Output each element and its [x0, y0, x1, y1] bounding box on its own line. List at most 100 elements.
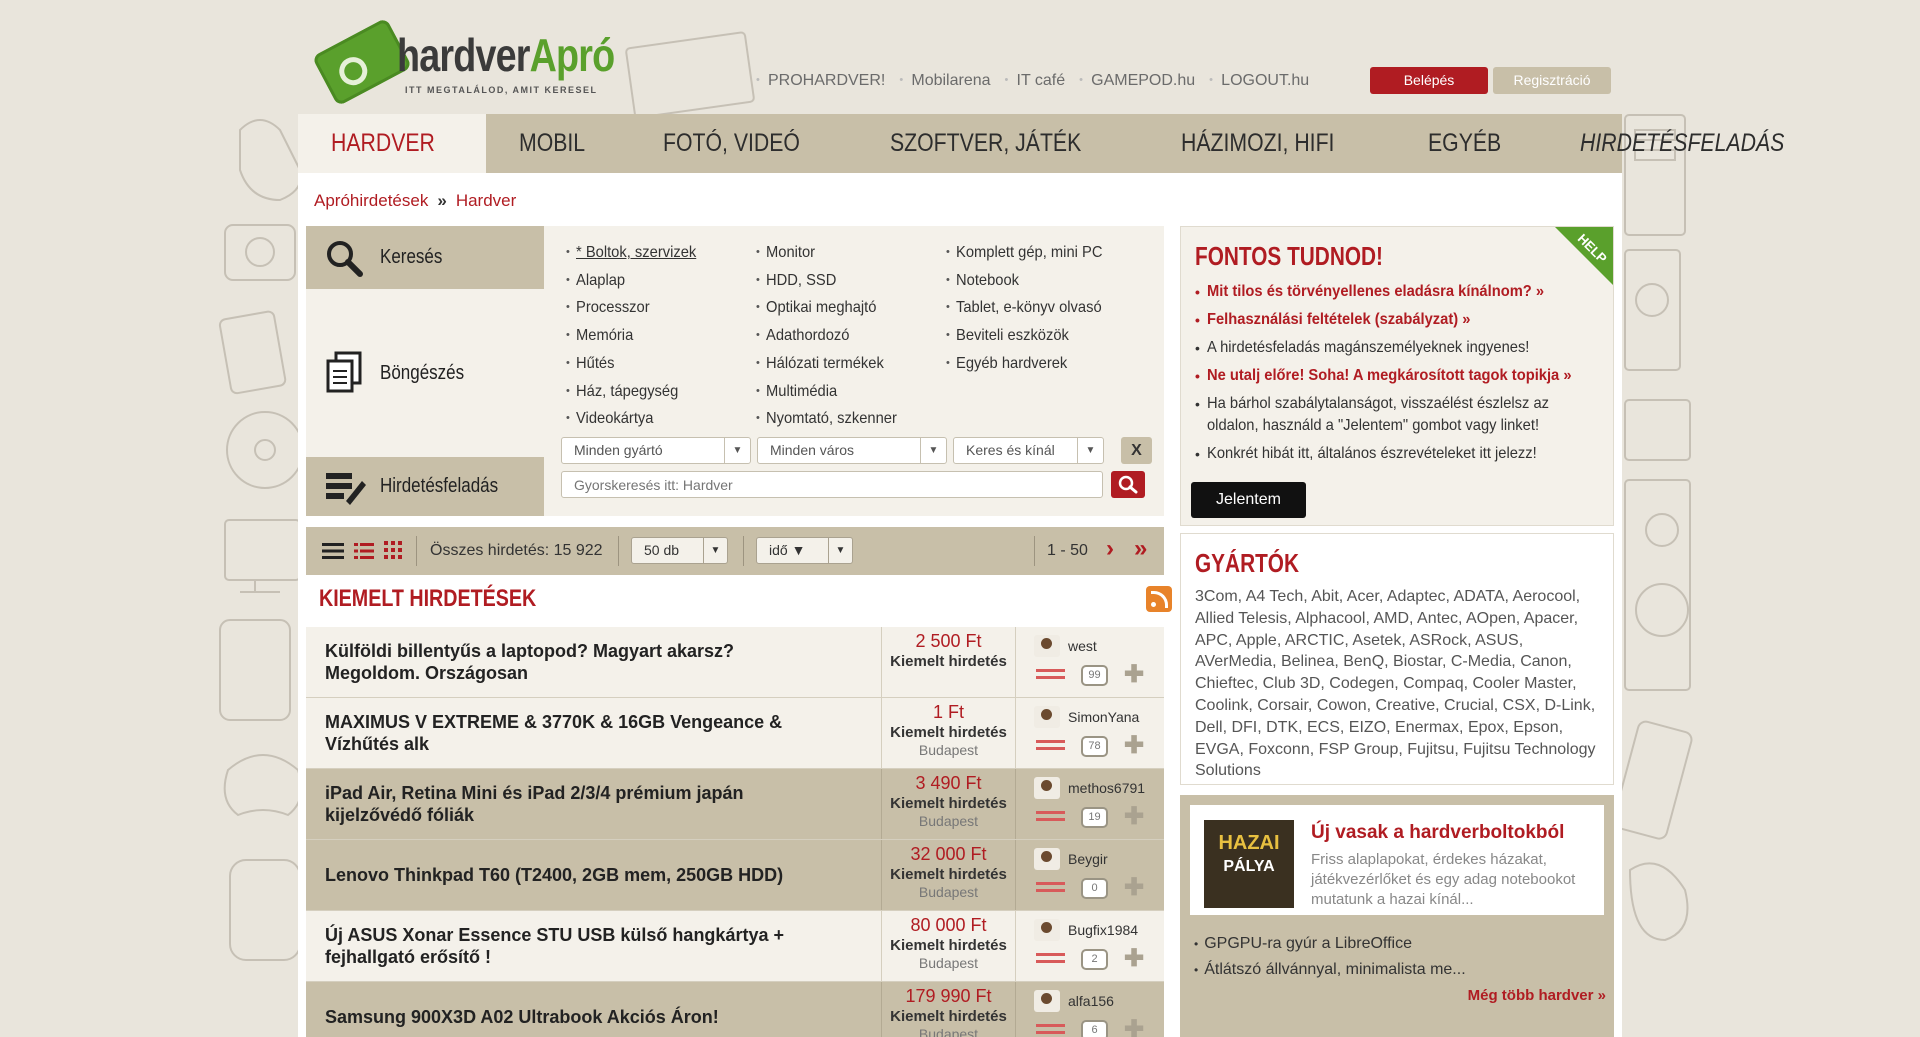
- category-item[interactable]: Komplett gép, mini PC: [946, 240, 1115, 268]
- comment-count-icon[interactable]: 19: [1081, 807, 1108, 828]
- search-button[interactable]: [1111, 471, 1145, 498]
- category-item[interactable]: Beviteli eszközök: [946, 323, 1115, 351]
- category-item[interactable]: Ház, tápegység: [566, 379, 707, 407]
- listing-row[interactable]: iPad Air, Retina Mini és iPad 2/3/4 prém…: [306, 769, 1164, 840]
- comment-count-icon[interactable]: 6: [1081, 1020, 1108, 1037]
- category-item[interactable]: Egyéb hardverek: [946, 351, 1115, 379]
- listing-user[interactable]: Beygir: [1034, 848, 1108, 870]
- category-item[interactable]: Adathordozó: [756, 323, 908, 351]
- clear-filters-button[interactable]: X: [1121, 437, 1152, 464]
- login-button[interactable]: Belépés: [1370, 67, 1488, 94]
- listing-title[interactable]: iPad Air, Retina Mini és iPad 2/3/4 prém…: [325, 782, 825, 826]
- listing-city: Budapest: [918, 884, 979, 900]
- listing-row[interactable]: Lenovo Thinkpad T60 (T2400, 2GB mem, 250…: [306, 840, 1164, 911]
- listing-user[interactable]: SimonYana: [1034, 706, 1139, 728]
- news-link[interactable]: GPGPU-ra gyúr a LibreOffice: [1194, 931, 1466, 957]
- rss-icon[interactable]: [1146, 586, 1172, 612]
- featured-label: Kiemelt hirdetés: [890, 937, 1007, 954]
- info-link-terms[interactable]: Felhasználási feltételek (szabályzat) »: [1195, 309, 1605, 331]
- tab-post-ad[interactable]: Hirdetésfeladás: [306, 457, 544, 516]
- comment-count-icon[interactable]: 0: [1081, 878, 1108, 899]
- listing-row[interactable]: Samsung 900X3D A02 Ultrabook Akciós Áron…: [306, 982, 1164, 1037]
- logo-wordmark: hardverApró: [397, 29, 615, 81]
- category-item[interactable]: Monitor: [756, 240, 908, 268]
- next-page-button[interactable]: ›: [1106, 535, 1114, 563]
- listing-user[interactable]: west: [1034, 635, 1097, 657]
- link-gamepod[interactable]: GAMEPOD.hu: [1079, 72, 1195, 90]
- listing-title[interactable]: MAXIMUS V EXTREME & 3770K & 16GB Vengean…: [325, 711, 825, 755]
- listing-row[interactable]: Külföldi billentyűs a laptopod? Magyart …: [306, 627, 1164, 698]
- report-button[interactable]: Jelentem: [1191, 482, 1306, 518]
- per-page-select[interactable]: 50 db ▼: [631, 537, 728, 564]
- add-favorite-icon[interactable]: ✚: [1124, 876, 1144, 900]
- nav-mobil[interactable]: MOBIL: [486, 114, 630, 173]
- quick-search-input[interactable]: [561, 471, 1103, 498]
- category-item[interactable]: * Boltok, szervizek: [566, 240, 707, 268]
- breadcrumb-aprohirdetesek[interactable]: Apróhirdetések: [314, 191, 428, 210]
- news-card[interactable]: HAZAI PÁLYA Új vasak a hardverboltokból F…: [1190, 805, 1604, 915]
- comment-count-icon[interactable]: 99: [1081, 665, 1108, 686]
- manufacturers-list[interactable]: 3Com, A4 Tech, Abit, Acer, Adaptec, ADAT…: [1195, 586, 1605, 782]
- info-link-forbidden[interactable]: Mit tilos és törvényellenes eladásra kín…: [1195, 281, 1605, 303]
- add-favorite-icon[interactable]: ✚: [1124, 663, 1144, 687]
- sort-select[interactable]: idő ▼ ▼: [756, 537, 853, 564]
- listing-title[interactable]: Samsung 900X3D A02 Ultrabook Akciós Áron…: [325, 1006, 825, 1028]
- info-link-no-prepay[interactable]: Ne utalj előre! Soha! A megkárosított ta…: [1195, 365, 1605, 387]
- more-hardware-link[interactable]: Még több hardver »: [1468, 987, 1606, 1004]
- documents-icon: [326, 351, 362, 393]
- category-item[interactable]: Memória: [566, 323, 707, 351]
- add-favorite-icon[interactable]: ✚: [1124, 734, 1144, 758]
- last-page-button[interactable]: »: [1134, 535, 1147, 563]
- comment-count-icon[interactable]: 2: [1081, 949, 1108, 970]
- nav-egyeb[interactable]: EGYÉB: [1395, 114, 1547, 173]
- category-item[interactable]: Multimédia: [756, 379, 908, 407]
- link-prohardver[interactable]: PROHARDVER!: [756, 72, 885, 90]
- category-item[interactable]: Alaplap: [566, 268, 707, 296]
- type-select[interactable]: Keres és kínál ▼: [953, 437, 1104, 464]
- add-favorite-icon[interactable]: ✚: [1124, 805, 1144, 829]
- listing-user[interactable]: alfa156: [1034, 990, 1114, 1012]
- list-view-icon[interactable]: [322, 542, 344, 560]
- nav-foto-video[interactable]: FOTÓ, VIDEÓ: [630, 114, 857, 173]
- add-favorite-icon[interactable]: ✚: [1124, 1018, 1144, 1037]
- detailed-list-icon[interactable]: [354, 542, 374, 560]
- link-itcafe[interactable]: IT café: [1005, 72, 1066, 90]
- register-button[interactable]: Regisztráció: [1493, 67, 1611, 94]
- category-item[interactable]: Tablet, e-könyv olvasó: [946, 295, 1115, 323]
- listing-row[interactable]: MAXIMUS V EXTREME & 3770K & 16GB Vengean…: [306, 698, 1164, 769]
- breadcrumb-separator: »: [437, 191, 447, 210]
- category-item[interactable]: Notebook: [946, 268, 1115, 296]
- tab-search[interactable]: Keresés: [306, 226, 544, 289]
- rating-icon: [1036, 953, 1065, 963]
- listing-price: 80 000 Ft: [910, 915, 987, 935]
- listing-row[interactable]: Új ASUS Xonar Essence STU USB külső hang…: [306, 911, 1164, 982]
- breadcrumb-hardver[interactable]: Hardver: [456, 191, 516, 210]
- nav-szoftver-jatek[interactable]: SZOFTVER, JÁTÉK: [857, 114, 1148, 173]
- tab-browse[interactable]: Böngészés: [306, 289, 544, 457]
- category-item[interactable]: HDD, SSD: [756, 268, 908, 296]
- link-logout[interactable]: LOGOUT.hu: [1209, 72, 1309, 90]
- category-item[interactable]: Hálózati termékek: [756, 351, 908, 379]
- listing-title[interactable]: Lenovo Thinkpad T60 (T2400, 2GB mem, 250…: [325, 864, 825, 886]
- category-item[interactable]: Processzor: [566, 295, 707, 323]
- maker-select[interactable]: Minden gyártó ▼: [561, 437, 751, 464]
- listing-user[interactable]: methos6791: [1034, 777, 1145, 799]
- nav-hirdetesfeladas[interactable]: HIRDETÉSFELADÁS: [1547, 114, 1850, 173]
- nav-hazimozi-hifi[interactable]: HÁZIMOZI, HIFI: [1148, 114, 1395, 173]
- category-item[interactable]: Hűtés: [566, 351, 707, 379]
- listing-title[interactable]: Külföldi billentyűs a laptopod? Magyart …: [325, 640, 825, 684]
- site-logo[interactable]: hardverApró ITT MEGTALÁLOD, AMIT KERESEL: [311, 2, 615, 107]
- news-link[interactable]: Átlátszó állvánnyal, minimalista me...: [1194, 957, 1465, 983]
- listing-user[interactable]: Bugfix1984: [1034, 919, 1138, 941]
- category-item[interactable]: Optikai meghajtó: [756, 295, 908, 323]
- category-item[interactable]: Videokártya: [566, 406, 707, 434]
- listing-title[interactable]: Új ASUS Xonar Essence STU USB külső hang…: [325, 924, 825, 968]
- add-favorite-icon[interactable]: ✚: [1124, 947, 1144, 971]
- city-select[interactable]: Minden város ▼: [757, 437, 947, 464]
- category-item[interactable]: Nyomtató, szkenner: [756, 406, 908, 434]
- grid-view-icon[interactable]: [384, 541, 402, 559]
- nav-hardver[interactable]: HARDVER: [298, 114, 487, 173]
- comment-count-icon[interactable]: 78: [1081, 736, 1108, 757]
- link-mobilarena[interactable]: Mobilarena: [899, 72, 990, 90]
- news-title[interactable]: Új vasak a hardverboltokból: [1311, 822, 1564, 844]
